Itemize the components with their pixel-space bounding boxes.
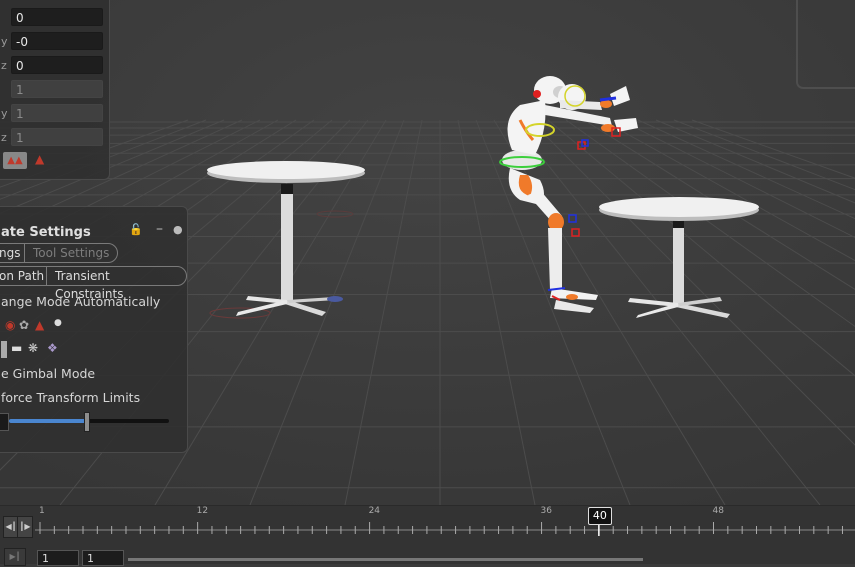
gear-cluster-icon[interactable]: ❋ [28,341,38,355]
pose-tool-icon[interactable]: ▲▲ [3,152,27,169]
slider-fill [9,419,86,423]
go-to-end-icon[interactable]: ▶┃ [4,548,26,566]
translate-x-field[interactable]: 0 [11,8,103,26]
scale-mode-icon[interactable]: ▲ [35,318,44,332]
world-space-icon[interactable]: ❖ [47,341,58,355]
slider-knob[interactable] [83,412,90,432]
transform-panel: 0 y -0 z0 1 y1 z1 ▲▲ ▲ [0,0,110,180]
tick-label: 48 [712,506,724,516]
minimize-icon[interactable]: – [156,221,163,237]
translate-z-field[interactable]: 0 [11,56,103,74]
lock-icon[interactable]: 🔓 [129,223,143,236]
frame-ruler-labels: 1 12 24 36 48 [35,506,855,520]
local-space-icon[interactable]: ▬ [11,341,22,355]
scale-y-field: 1 [11,104,103,122]
tick-label: 12 [196,506,209,516]
tab-motion-path[interactable]: on Path [0,266,53,286]
scale-z-field: 1 [11,128,103,146]
gimbal-mode-option[interactable]: e Gimbal Mode [1,366,95,381]
panel-title: ate Settings [1,225,91,240]
enforce-transform-limits-option[interactable]: force Transform Limits [1,390,140,405]
rig-tool-icon[interactable]: ▲ [35,152,44,166]
translate-mode-icon[interactable]: ◉ [5,318,15,332]
tick-label: 1 [39,506,45,516]
timeline-bar[interactable]: ◀┃ ┃▶ 1 12 24 36 48 40 ▶┃ 1 1 [0,505,855,566]
tick-label: 36 [540,506,552,516]
rotate-mode-icon[interactable]: ✿ [19,318,29,332]
translate-y-field[interactable]: -0 [11,32,103,50]
range-start-field[interactable]: 1 [37,550,79,566]
change-mode-automatically-option[interactable]: ange Mode Automatically [1,294,160,309]
step-forward-icon[interactable]: ┃▶ [17,516,33,538]
tab-transient-constraints[interactable]: Transient Constraints [46,266,187,301]
limit-slider[interactable] [9,412,169,432]
state-settings-panel: ate Settings 🔓 – ● ngs Tool Settings on … [0,206,188,453]
playback-range-bar[interactable] [128,558,643,561]
mode-selector-icon[interactable] [1,341,7,358]
tick-label: 24 [368,506,381,516]
3d-viewport[interactable]: 0 y -0 z0 1 y1 z1 ▲▲ ▲ ate Settings 🔓 – ●… [0,0,855,505]
range-end-field[interactable]: 1 [82,550,124,566]
current-frame-indicator[interactable]: 40 [587,507,612,525]
limit-value-field[interactable] [0,413,9,431]
scale-x-field: 1 [11,80,103,98]
pivot-icon[interactable]: ● [54,318,62,328]
options-icon[interactable]: ● [173,223,183,236]
tab-tool-settings[interactable]: Tool Settings [24,243,119,263]
